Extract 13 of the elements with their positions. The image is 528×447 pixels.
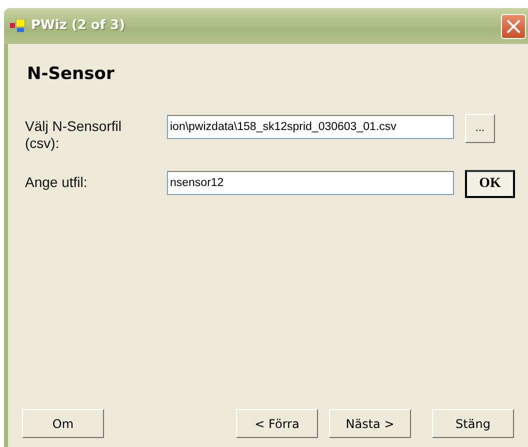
text-field[interactable]: nsensor12 [167,170,454,194]
wizard-button[interactable]: < Förra [236,409,318,438]
wizard-button[interactable]: Stäng [432,409,514,438]
app-icon [10,19,26,33]
field-label: Ange utfil: [25,172,88,190]
text-field[interactable]: ion\pwizdata\158_sk12sprid_030603_01.csv [167,114,454,138]
wizard-button[interactable]: Nästa > [329,409,411,438]
ok-button[interactable]: OK [465,170,515,198]
window-title: PWiz (2 of 3) [31,17,126,36]
wizard-button[interactable]: Om [22,409,104,438]
field-label: Välj N-Sensorfil (csv): [25,116,122,152]
browse-button[interactable]: ... [465,114,495,142]
page-heading: N-Sensor [27,63,116,86]
